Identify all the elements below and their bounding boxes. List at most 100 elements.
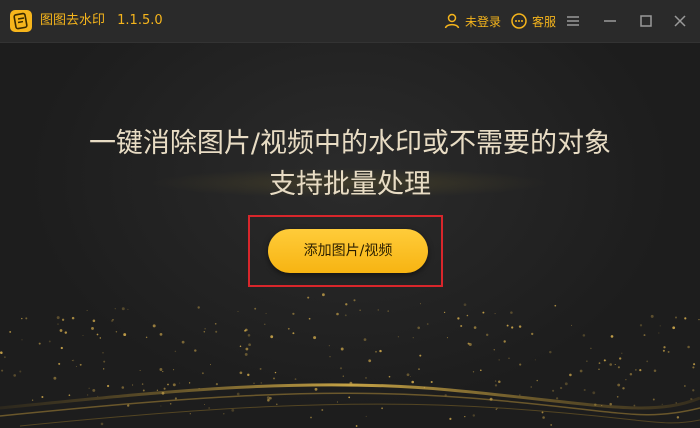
sparkle-dot: [690, 397, 693, 401]
sparkle-dot: [265, 312, 267, 315]
sparkle-dot: [215, 383, 218, 386]
sparkle-dot: [564, 382, 568, 386]
sparkle-dot: [531, 332, 534, 336]
minimize-button[interactable]: [600, 11, 620, 31]
sparkle-dot: [56, 316, 60, 320]
sparkle-dot: [142, 389, 145, 392]
sparkle-dot: [534, 359, 536, 361]
sparkle-dot: [245, 347, 249, 351]
sparkle-dot: [609, 363, 613, 366]
sparkle-dot: [658, 332, 660, 334]
sparkle-dot: [38, 342, 41, 345]
sparkle-dot: [99, 337, 101, 339]
sparkle-dot: [172, 383, 176, 387]
sparkle-dot: [189, 413, 191, 415]
sparkle-dot: [197, 306, 200, 309]
sparkle-dot: [179, 382, 181, 384]
sparkle-dot: [508, 357, 510, 359]
sparkle-dot: [411, 380, 415, 384]
sparkle-dot: [339, 367, 343, 370]
sparkle-dot: [239, 345, 242, 347]
sparkle-dot: [550, 423, 553, 426]
sparkle-dot: [110, 319, 114, 323]
close-button[interactable]: [670, 11, 690, 31]
sparkle-dot: [616, 395, 619, 398]
sparkle-dot: [273, 377, 275, 380]
sparkle-dot: [460, 324, 463, 328]
sparkle-dot: [88, 387, 90, 389]
sparkle-dot: [127, 404, 130, 407]
sparkle-dot: [650, 314, 654, 318]
sparkle-dot: [494, 313, 496, 315]
sparkle-dot: [365, 377, 367, 379]
menu-button[interactable]: [563, 11, 583, 31]
sparkle-dot: [643, 334, 646, 337]
sparkle-dot: [194, 349, 197, 352]
sparkle-dot: [652, 398, 655, 401]
sparkle-dot: [329, 356, 331, 358]
sparkle-dot: [201, 372, 204, 375]
sparkle-dot: [639, 369, 642, 372]
login-button[interactable]: 未登录: [443, 10, 501, 32]
sparkle-dot: [145, 336, 148, 339]
sparkle-dot: [569, 373, 572, 377]
sparkle-dot: [498, 359, 500, 361]
customer-service-button[interactable]: 客服: [510, 10, 556, 32]
sparkle-dot: [287, 327, 290, 330]
sparkle-dot: [646, 360, 649, 363]
sparkle-dot: [379, 349, 382, 353]
sparkle-dot: [582, 334, 586, 337]
sparkle-dot: [294, 378, 297, 380]
sparkle-dot: [653, 369, 657, 373]
sparkle-dot: [237, 310, 239, 313]
sparkle-dot: [417, 326, 421, 330]
sparkle-dot: [518, 325, 522, 328]
sparkle-dot: [208, 407, 210, 409]
sparkle-dot: [141, 383, 144, 385]
sparkle-dot: [418, 368, 420, 370]
sparkle-dot: [160, 405, 162, 407]
sparkle-dot: [554, 304, 557, 307]
sparkle-dot: [322, 293, 325, 297]
sparkle-dot: [336, 312, 339, 316]
sparkle-dot: [684, 385, 686, 387]
sparkle-dot: [473, 326, 477, 329]
sparkle-dot: [79, 363, 82, 366]
sparkle-dot: [344, 314, 347, 317]
sparkle-dot: [605, 360, 607, 362]
sparkle-dot: [123, 333, 127, 337]
sparkle-dot: [163, 387, 166, 390]
maximize-button[interactable]: [636, 11, 656, 31]
sparkle-dot: [590, 347, 592, 350]
sparkle-dot: [292, 312, 295, 315]
sparkle-dot: [494, 380, 497, 382]
sparkle-dot: [86, 394, 89, 396]
sparkle-dot: [355, 425, 358, 427]
sparkle-dot: [21, 317, 23, 320]
sparkle-dot: [53, 376, 57, 380]
sparkle-dot: [419, 303, 422, 305]
sparkle-dot: [1, 369, 4, 372]
sparkle-dot: [57, 323, 59, 325]
sparkle-dot: [72, 359, 75, 362]
sparkle-dot: [375, 350, 377, 353]
sparkle-dot: [254, 307, 257, 310]
sparkle-dot: [625, 379, 627, 381]
sparkle-dot: [198, 388, 200, 390]
sparkle-dot: [173, 369, 175, 371]
sparkle-dot: [377, 309, 379, 311]
sparkle-dot: [519, 363, 522, 366]
sparkle-dot: [542, 416, 545, 419]
chat-icon: [510, 12, 528, 30]
sparkle-dot: [426, 323, 429, 325]
sparkle-dot: [693, 363, 696, 366]
sparkle-dot: [406, 373, 410, 377]
sparkle-dot: [75, 365, 77, 367]
sparkle-dot: [114, 308, 116, 310]
sparkle-dot: [639, 324, 643, 327]
sparkle-dot: [121, 386, 125, 389]
user-icon: [443, 12, 461, 30]
sparkle-dot: [236, 392, 240, 396]
sparkle-dot: [92, 388, 96, 392]
sparkle-dot: [308, 317, 311, 320]
